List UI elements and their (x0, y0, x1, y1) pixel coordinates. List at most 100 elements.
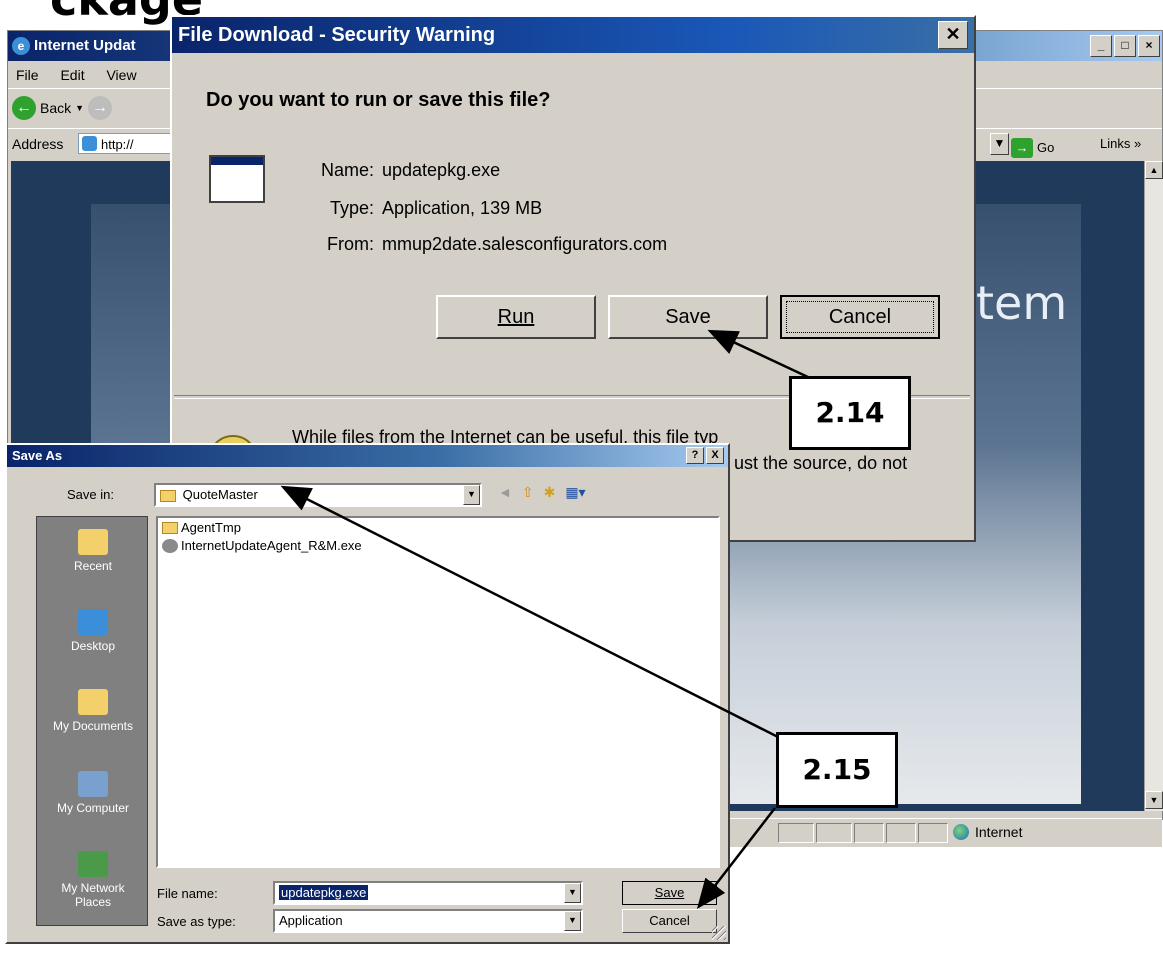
minimize-icon[interactable]: _ (1090, 35, 1112, 57)
dialog-titlebar: File Download - Security Warning ✕ (172, 17, 974, 53)
place-label: My Documents (52, 719, 134, 733)
address-dropdown-icon[interactable]: ▼ (990, 133, 1009, 155)
file-name-value: updatepkg.exe (279, 885, 369, 900)
save-as-type-value: Application (279, 913, 343, 928)
new-folder-icon[interactable]: ✱ (544, 484, 556, 501)
place-label: Desktop (70, 639, 116, 653)
save-as-type-dropdown[interactable]: Application ▼ (273, 909, 583, 933)
network-icon (78, 851, 108, 877)
folder-icon (162, 521, 178, 534)
place-label: My Network Places (61, 881, 125, 909)
vertical-scrollbar[interactable]: ▲ ▼ (1144, 161, 1163, 811)
chevron-down-icon[interactable]: ▼ (564, 911, 581, 931)
place-my-documents[interactable]: My Documents (37, 689, 149, 733)
menu-file[interactable]: File (16, 67, 39, 83)
go-arrow-icon: → (1011, 138, 1033, 158)
save-as-type-label: Save as type: (157, 914, 236, 929)
place-my-network[interactable]: My Network Places (43, 851, 143, 909)
zone-label: Internet (975, 824, 1023, 840)
file-name: InternetUpdateAgent_R&M.exe (181, 538, 362, 553)
links-button[interactable]: Links » (1100, 129, 1141, 159)
chevron-down-icon[interactable]: ▼ (463, 485, 480, 505)
callout-step-2-15: 2.15 (776, 732, 898, 808)
place-label: My Computer (56, 801, 130, 815)
scroll-down-icon[interactable]: ▼ (1145, 791, 1163, 809)
address-value: http:// (101, 137, 134, 152)
save-as-title: Save As (12, 448, 63, 463)
ie-window-controls: _ □ × (1090, 35, 1160, 57)
from-label: From: (327, 234, 374, 254)
run-button-label: Run (497, 306, 535, 328)
scroll-up-icon[interactable]: ▲ (1145, 161, 1163, 179)
maximize-icon[interactable]: □ (1114, 35, 1136, 57)
back-icon[interactable]: ◄ (498, 484, 512, 501)
type-value: Application, 139 MB (382, 198, 543, 218)
ie-window-title: Internet Updat (34, 37, 136, 54)
cancel-button[interactable]: Cancel (780, 295, 940, 339)
folder-icon (160, 489, 176, 502)
up-folder-icon[interactable]: ⇧ (522, 484, 534, 501)
warning-text-line2: ust the source, do not (734, 453, 908, 473)
resize-grip-icon[interactable] (712, 926, 726, 940)
save-button-label: Save (665, 306, 711, 328)
status-pane (918, 823, 948, 843)
banner-text: tem (976, 276, 1068, 330)
save-as-titlebar: Save As ? X (7, 445, 728, 467)
cancel-button-label: Cancel (828, 306, 892, 328)
address-input[interactable]: http:// (78, 133, 178, 154)
save-button[interactable]: Save (608, 295, 768, 339)
status-pane (886, 823, 916, 843)
go-button[interactable]: → Go (1011, 133, 1054, 163)
globe-icon (953, 824, 969, 840)
status-pane (816, 823, 852, 843)
close-icon[interactable]: ✕ (938, 21, 968, 49)
name-value: updatepkg.exe (382, 160, 501, 180)
computer-icon (78, 771, 108, 797)
security-zone: Internet (953, 824, 1022, 840)
from-value: mmup2date.salesconfigurators.com (382, 234, 668, 254)
ie-logo-icon: e (12, 37, 30, 55)
installer-icon (162, 538, 178, 553)
menu-view[interactable]: View (106, 67, 136, 83)
file-list[interactable]: AgentTmp InternetUpdateAgent_R&M.exe (156, 516, 720, 868)
menu-edit[interactable]: Edit (60, 67, 84, 83)
list-item[interactable]: InternetUpdateAgent_R&M.exe (162, 538, 362, 553)
close-label: X (711, 449, 719, 461)
links-label: Links (1100, 136, 1131, 151)
place-label: Recent (73, 559, 113, 573)
save-as-cancel-button[interactable]: Cancel (622, 909, 717, 933)
dialog-question: Do you want to run or save this file? (206, 89, 551, 111)
view-menu-icon[interactable]: ▦▾ (565, 484, 585, 501)
chevron-down-icon[interactable]: ▼ (564, 883, 581, 903)
chevron-down-icon: ▼ (75, 103, 85, 113)
place-desktop[interactable]: Desktop (37, 609, 149, 653)
save-as-dialog: Save As ? X Save in: QuoteMaster ▼ ◄ ⇧ ✱… (5, 443, 730, 944)
close-icon[interactable]: × (1138, 35, 1160, 57)
file-name: AgentTmp (181, 520, 241, 535)
save-in-dropdown[interactable]: QuoteMaster ▼ (154, 483, 482, 507)
desktop-icon (78, 609, 108, 635)
status-pane (854, 823, 884, 843)
address-label: Address (12, 136, 64, 152)
file-name-label: File name: (157, 886, 218, 901)
type-label: Type: (329, 198, 374, 218)
name-label: Name: (320, 160, 374, 180)
save-as-save-button[interactable]: Save (622, 881, 717, 905)
back-button[interactable]: ← Back ▼ → (12, 96, 113, 120)
documents-folder-icon (78, 689, 108, 715)
close-icon[interactable]: X (706, 447, 724, 464)
place-recent[interactable]: Recent (37, 529, 149, 573)
forward-arrow-icon[interactable]: → (88, 96, 113, 120)
cancel-button-label: Cancel (649, 913, 690, 928)
place-my-computer[interactable]: My Computer (37, 771, 149, 815)
run-button[interactable]: Run (436, 295, 596, 339)
status-pane (778, 823, 814, 843)
file-name-input[interactable]: updatepkg.exe ▼ (273, 881, 583, 905)
back-arrow-icon: ← (12, 96, 36, 120)
recent-folder-icon (78, 529, 108, 555)
callout-step-2-14: 2.14 (789, 376, 911, 450)
help-icon[interactable]: ? (686, 447, 704, 464)
help-label: ? (691, 449, 699, 461)
list-item[interactable]: AgentTmp (162, 520, 241, 535)
go-label: Go (1037, 140, 1055, 155)
